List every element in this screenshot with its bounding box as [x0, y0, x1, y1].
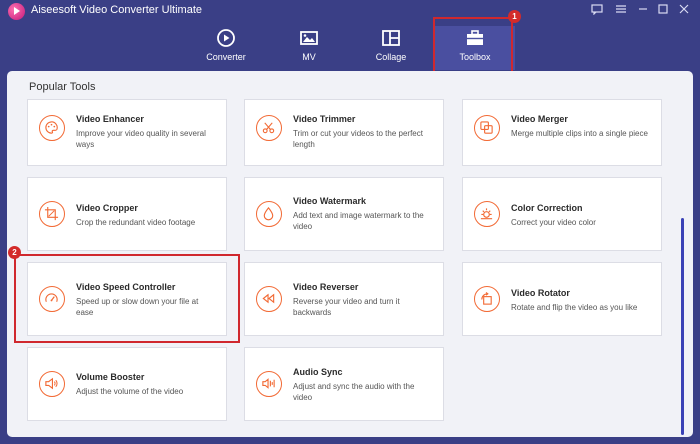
sun-icon	[474, 201, 500, 227]
tool-card-audio-sync[interactable]: Audio Sync Adjust and sync the audio wit…	[244, 347, 444, 421]
close-icon[interactable]	[677, 3, 691, 17]
tool-name: Audio Sync	[293, 367, 343, 377]
scrollbar[interactable]	[681, 218, 684, 435]
rotate-icon	[474, 286, 500, 312]
tool-card-video-watermark[interactable]: Video Watermark Add text and image water…	[244, 177, 444, 251]
tool-name: Video Trimmer	[293, 114, 356, 124]
collage-icon	[382, 30, 400, 46]
crop-icon	[39, 201, 65, 227]
feedback-icon[interactable]	[590, 3, 604, 17]
speed-controller-highlight	[14, 254, 240, 343]
merge-icon	[474, 115, 500, 141]
app-title: Aiseesoft Video Converter Ultimate	[31, 4, 202, 16]
toolbox-highlight	[433, 17, 513, 74]
tool-name: Video Cropper	[76, 203, 138, 213]
tab-label: Collage	[375, 52, 407, 62]
tool-card-video-merger[interactable]: Video Merger Merge multiple clips into a…	[462, 99, 662, 166]
tool-card-video-cropper[interactable]: Video Cropper Crop the redundant video f…	[27, 177, 227, 251]
tool-desc: Correct your video color	[511, 218, 596, 227]
section-title: Popular Tools	[29, 81, 96, 93]
tool-card-video-rotator[interactable]: Video Rotator Rotate and flip the video …	[462, 262, 662, 336]
tool-card-volume-booster[interactable]: Volume Booster Adjust the volume of the …	[27, 347, 227, 421]
tool-desc: Add text and image watermark to the vide…	[293, 211, 424, 231]
mv-icon	[300, 31, 318, 45]
tool-name: Video Watermark	[293, 196, 367, 206]
tool-desc: Reverse your video and turn it backwards	[293, 297, 400, 317]
tool-card-color-correction[interactable]: Color Correction Correct your video colo…	[462, 177, 662, 251]
tool-name: Video Reverser	[293, 282, 359, 292]
tool-card-video-trimmer[interactable]: Video Trimmer Trim or cut your videos to…	[244, 99, 444, 166]
rewind-icon	[256, 286, 282, 312]
tool-name: Video Rotator	[511, 288, 570, 298]
palette-icon	[39, 115, 65, 141]
tab-collage[interactable]: Collage	[351, 26, 431, 70]
tool-name: Video Enhancer	[76, 114, 144, 124]
tab-label: MV	[302, 52, 316, 62]
minimize-icon[interactable]	[636, 3, 650, 17]
tool-card-video-enhancer[interactable]: Video Enhancer Improve your video qualit…	[27, 99, 227, 166]
step-badge-1: 1	[508, 10, 521, 23]
tool-desc: Improve your video quality in several wa…	[76, 129, 206, 149]
tool-card-video-reverser[interactable]: Video Reverser Reverse your video and tu…	[244, 262, 444, 336]
app-logo-icon	[8, 3, 25, 20]
tool-name: Volume Booster	[76, 372, 145, 382]
tab-converter[interactable]: Converter	[186, 26, 266, 70]
scissors-icon	[256, 115, 282, 141]
maximize-icon[interactable]	[656, 3, 670, 17]
volume-icon	[39, 371, 65, 397]
tool-desc: Adjust the volume of the video	[76, 387, 184, 396]
title-bar: Aiseesoft Video Converter Ultimate	[0, 0, 700, 22]
tab-mv[interactable]: MV	[269, 26, 349, 70]
tool-desc: Trim or cut your videos to the perfect l…	[293, 129, 423, 149]
tool-desc: Adjust and sync the audio with the video	[293, 382, 415, 402]
step-badge-2: 2	[8, 246, 21, 259]
menu-icon[interactable]	[614, 3, 628, 17]
tool-desc: Rotate and flip the video as you like	[511, 303, 638, 312]
tab-label: Converter	[206, 52, 246, 62]
audio-sync-icon	[256, 371, 282, 397]
tool-desc: Merge multiple clips into a single piece	[511, 129, 648, 138]
tool-name: Video Merger	[511, 114, 568, 124]
tool-name: Color Correction	[511, 203, 583, 213]
droplet-icon	[256, 201, 282, 227]
converter-icon	[217, 29, 235, 47]
tool-desc: Crop the redundant video footage	[76, 218, 196, 227]
